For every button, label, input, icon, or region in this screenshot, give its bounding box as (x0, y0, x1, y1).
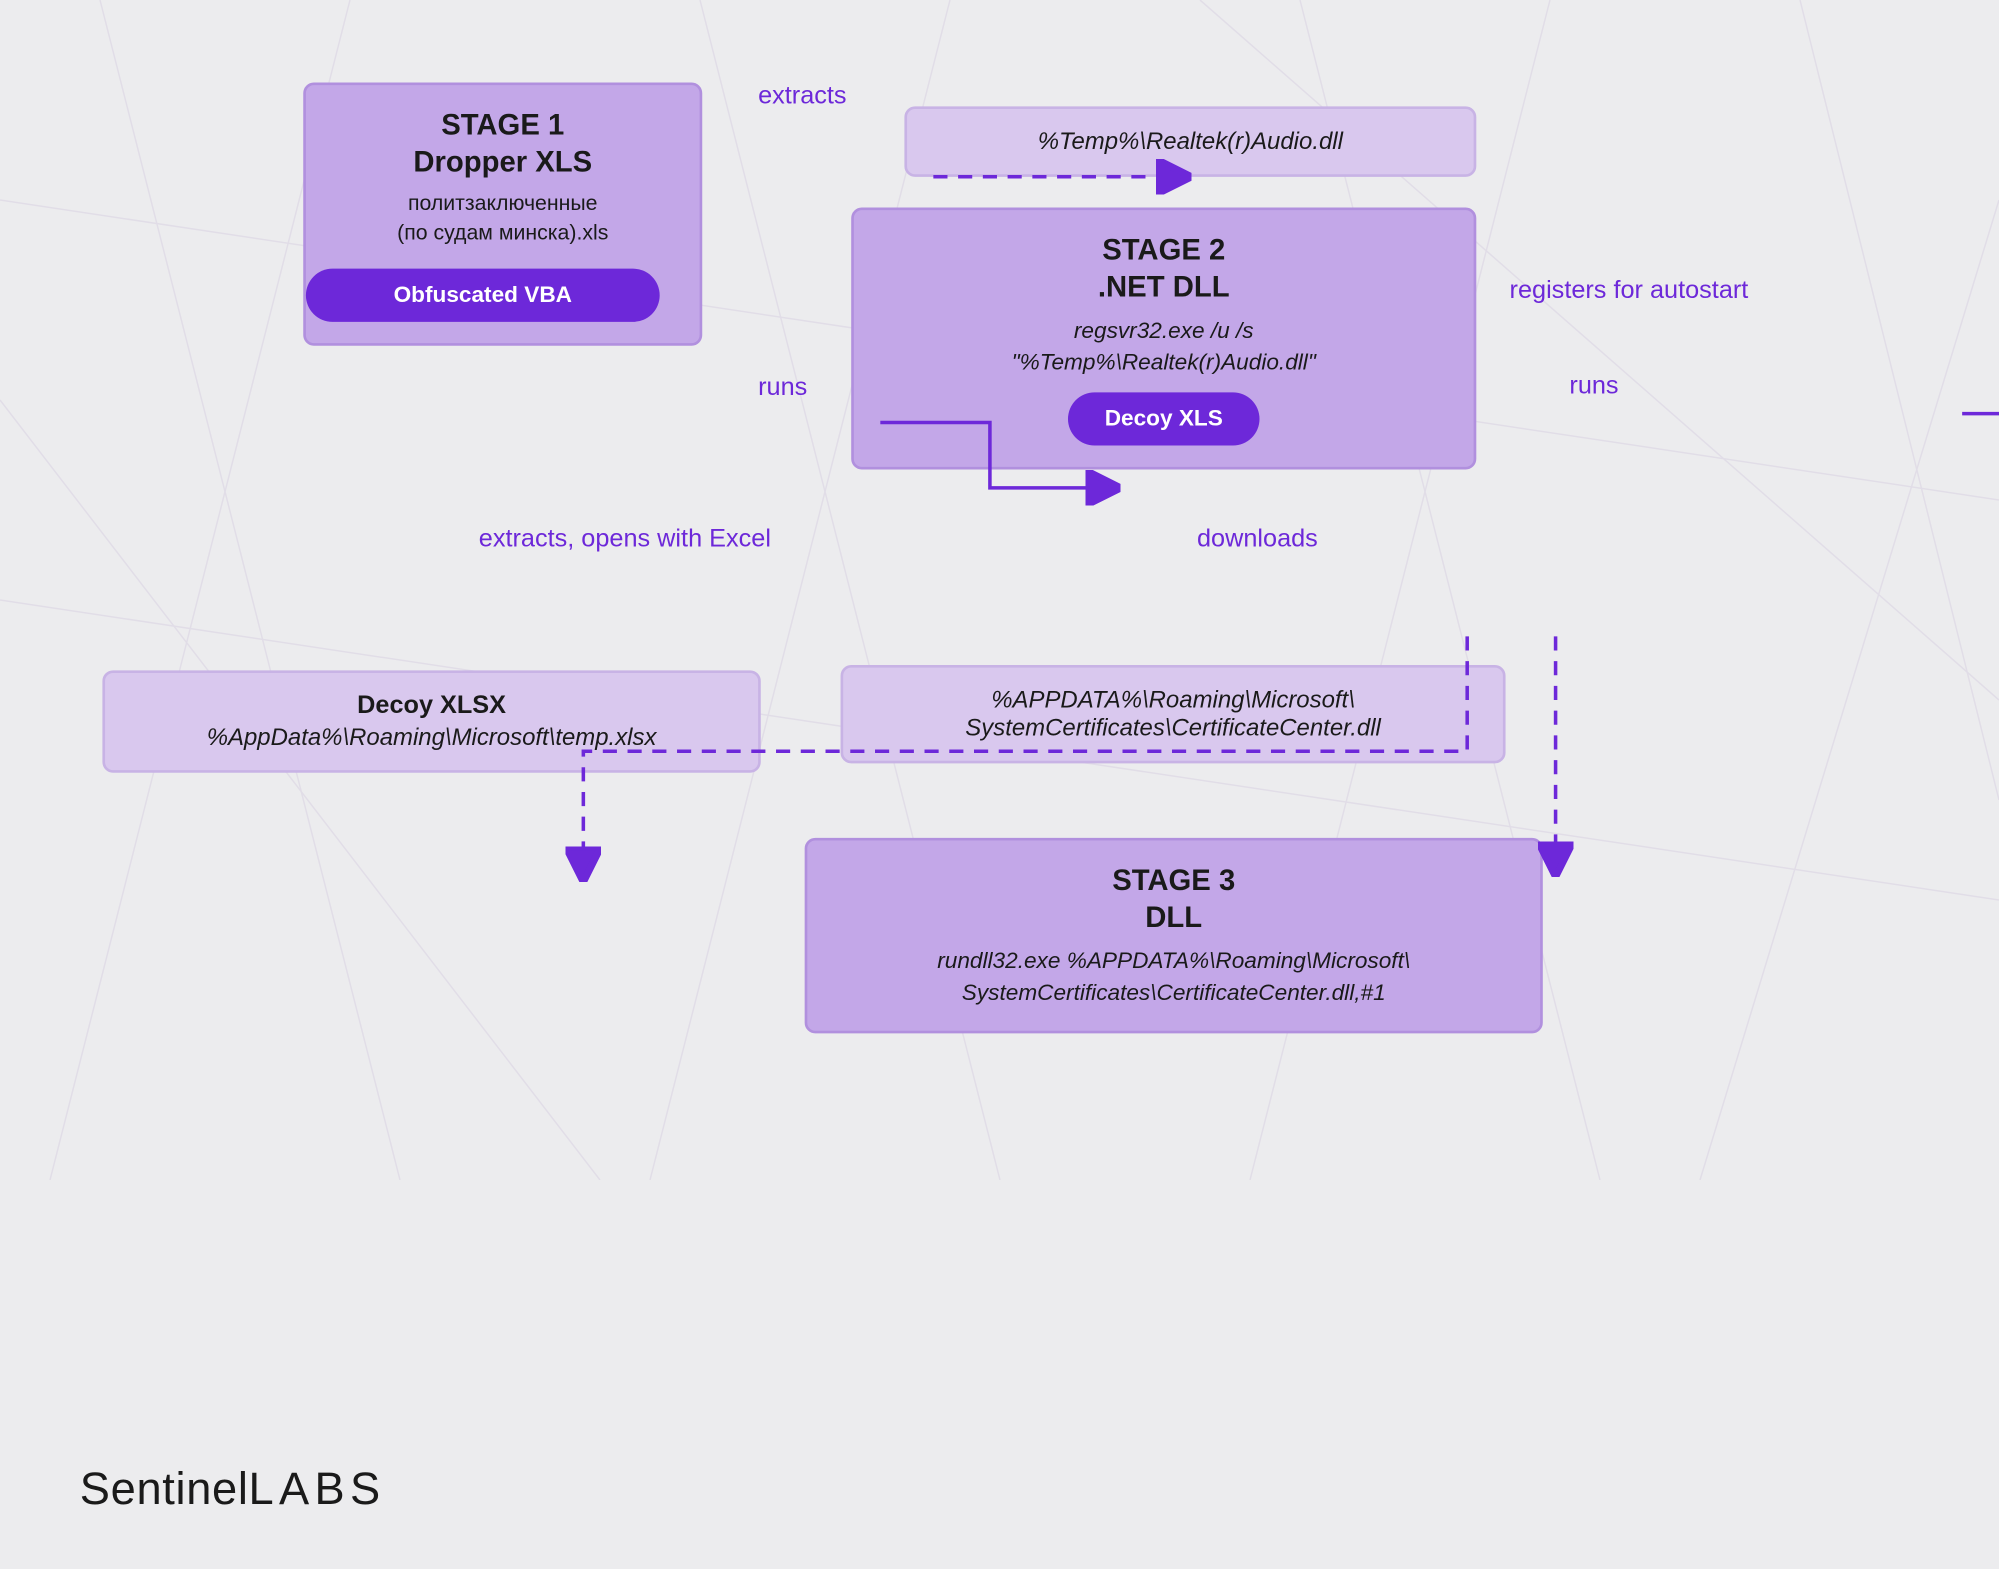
stage2-command: regsvr32.exe /u /s"%Temp%\Realtek(r)Audi… (880, 315, 1447, 378)
obfuscated-vba-pill: Obfuscated VBA (306, 268, 660, 321)
stage1-box: STAGE 1Dropper XLS политзаключенные(по с… (303, 82, 702, 345)
realtek-dll-box: %Temp%\Realtek(r)Audio.dll (904, 106, 1476, 176)
stage3-command: rundll32.exe %APPDATA%\Roaming\Microsoft… (834, 946, 1514, 1009)
decoy-xlsx-title: Decoy XLSX (132, 692, 732, 721)
edge-label-runs2: runs (1569, 372, 1618, 401)
stage3-box: STAGE 3DLL rundll32.exe %APPDATA%\Roamin… (805, 838, 1543, 1033)
stage1-title: STAGE 1Dropper XLS (333, 106, 673, 179)
stage3-title: STAGE 3DLL (834, 862, 1514, 935)
stage2-box: STAGE 2.NET DLL regsvr32.exe /u /s"%Temp… (851, 207, 1476, 468)
edge-label-extracts-opens: extracts, opens with Excel (479, 525, 771, 554)
edge-label-extracts: extracts (758, 82, 846, 111)
edge-label-downloads: downloads (1197, 525, 1318, 554)
decoy-xlsx-box: Decoy XLSX %AppData%\Roaming\Microsoft\t… (102, 670, 760, 772)
decoy-xls-pill: Decoy XLS (1067, 392, 1260, 445)
stage1-filename: политзаключенные(по судам минска).xls (333, 190, 673, 250)
sentinellabs-logo: SentinelLABS (80, 1464, 386, 1516)
edge-label-runs1: runs (758, 374, 807, 403)
edge-label-registers: registers for autostart (1510, 277, 1749, 306)
appdata-dll-box: %APPDATA%\Roaming\Microsoft\SystemCertif… (841, 665, 1506, 763)
decoy-xlsx-path: %AppData%\Roaming\Microsoft\temp.xlsx (132, 724, 732, 752)
stage2-title: STAGE 2.NET DLL (880, 231, 1447, 304)
